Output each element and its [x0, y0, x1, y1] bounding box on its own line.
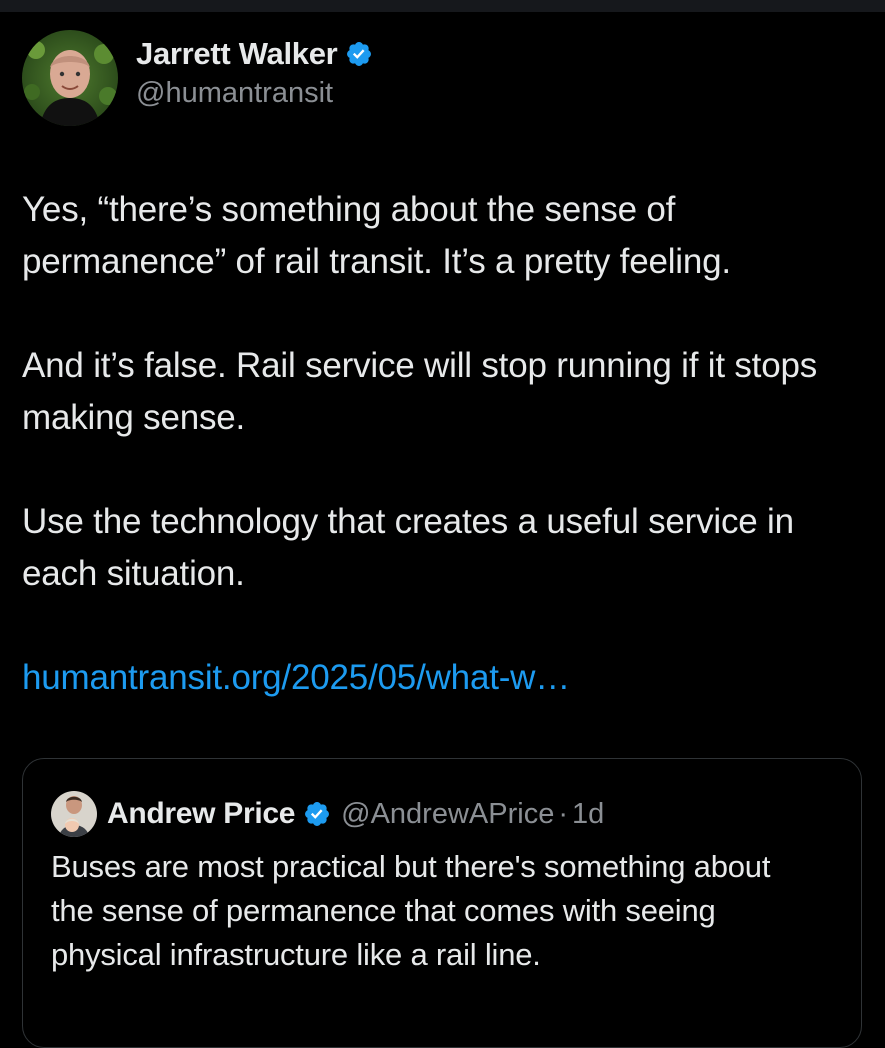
- author-display-name[interactable]: Jarrett Walker: [136, 35, 338, 73]
- tweet-paragraph: Yes, “there’s something about the sense …: [22, 190, 731, 281]
- avatar-andrew-icon: [51, 791, 97, 837]
- author-avatar[interactable]: [22, 30, 118, 126]
- top-divider-strip: [0, 0, 885, 12]
- quoted-tweet-card[interactable]: Andrew Price @AndrewAPrice · 1d Buses ar…: [22, 758, 862, 1048]
- verified-badge-icon: [345, 40, 373, 68]
- quoted-tweet-text: Buses are most practical but there's som…: [51, 849, 771, 972]
- tweet-paragraph: Use the technology that creates a useful…: [22, 502, 794, 593]
- quoted-author-avatar[interactable]: [51, 791, 97, 837]
- tweet-text: Yes, “there’s something about the sense …: [22, 184, 867, 704]
- avatar-jarrett-icon: [22, 30, 118, 126]
- author-handle[interactable]: @humantransit: [136, 75, 373, 111]
- quoted-author-display-name[interactable]: Andrew Price: [107, 797, 295, 831]
- verified-badge-icon: [303, 800, 331, 828]
- quoted-tweet-timestamp[interactable]: 1d: [572, 798, 604, 831]
- tweet-link[interactable]: humantransit.org/2025/05/what-w…: [22, 652, 867, 704]
- quoted-author-handle[interactable]: @AndrewAPrice: [341, 798, 554, 831]
- tweet-author-header: Jarrett Walker @humantransit: [22, 30, 373, 126]
- quoted-tweet-header: Andrew Price @AndrewAPrice · 1d: [51, 791, 604, 837]
- separator-dot: ·: [558, 797, 568, 830]
- tweet-paragraph: And it’s false. Rail service will stop r…: [22, 346, 818, 437]
